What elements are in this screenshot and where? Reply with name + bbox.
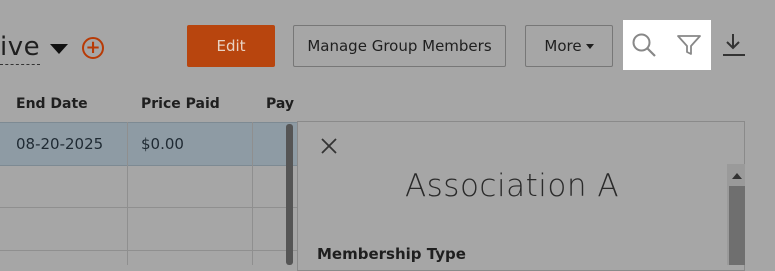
- more-button[interactable]: More: [525, 25, 613, 67]
- edit-button[interactable]: Edit: [187, 25, 275, 67]
- search-icon[interactable]: [629, 30, 659, 60]
- more-button-label: More: [544, 37, 582, 55]
- title-dropdown-caret-icon[interactable]: [50, 44, 68, 54]
- row-divider: [0, 250, 297, 251]
- column-divider: [127, 122, 128, 265]
- column-header-payment[interactable]: Pay: [266, 96, 297, 112]
- column-header-price-paid[interactable]: Price Paid: [141, 96, 220, 112]
- manage-group-members-button[interactable]: Manage Group Members: [293, 25, 506, 67]
- more-caret-icon: [585, 44, 594, 49]
- plus-circle-icon[interactable]: +: [82, 37, 104, 59]
- filter-icon[interactable]: [674, 30, 704, 60]
- close-icon[interactable]: [319, 136, 339, 156]
- panel-title: Association A: [404, 168, 620, 204]
- row-divider: [0, 207, 297, 208]
- column-divider: [252, 122, 253, 265]
- scroll-up-arrow-icon[interactable]: [732, 173, 742, 179]
- table-cell-end-date: 08-20-2025: [16, 135, 104, 153]
- table-cell-price-paid: $0.00: [141, 135, 184, 153]
- membership-type-label: Membership Type: [317, 245, 466, 263]
- download-icon[interactable]: [719, 30, 749, 60]
- table-scrollbar[interactable]: [286, 124, 293, 265]
- panel-scrollbar-thumb[interactable]: [729, 186, 745, 265]
- column-header-end-date[interactable]: End Date: [16, 96, 88, 112]
- page-title-fragment[interactable]: ive: [0, 30, 41, 65]
